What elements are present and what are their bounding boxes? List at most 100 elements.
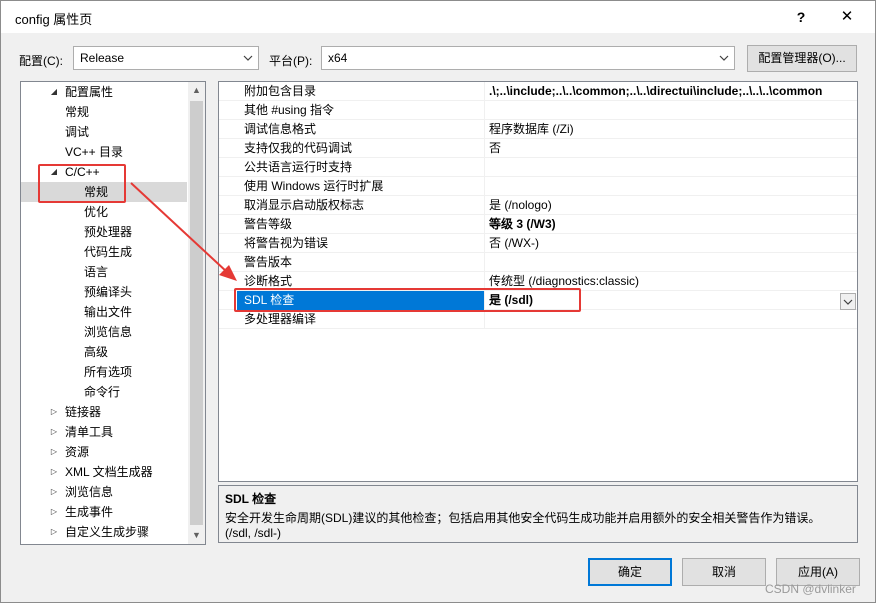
help-button[interactable]: ? xyxy=(781,3,821,31)
property-pages-dialog: config 属性页 ? ✕ 配置(C): Release 平台(P): x64… xyxy=(0,0,876,603)
tree-item-label: 高级 xyxy=(84,345,109,359)
scroll-down-icon[interactable]: ▼ xyxy=(188,527,205,544)
collapsed-arrow-icon[interactable]: ▷ xyxy=(49,482,59,502)
collapsed-arrow-icon[interactable]: ▷ xyxy=(49,522,59,542)
scroll-up-icon[interactable]: ▲ xyxy=(188,82,205,99)
property-value[interactable] xyxy=(487,158,857,177)
collapsed-arrow-icon[interactable]: ▷ xyxy=(49,502,59,522)
tree-item[interactable]: ▷ 浏览信息 xyxy=(21,482,187,502)
tree-item[interactable]: 命令行 xyxy=(21,382,187,402)
tree-item[interactable]: ◢ 配置属性 xyxy=(21,82,187,102)
tree-item[interactable]: ▷ 清单工具 xyxy=(21,422,187,442)
property-tree: ◢ 配置属性 常规 调试 VC++ 目录 ◢ C/C++ 常规 优化 预处理器 代码生成 语言 预编译头… xyxy=(20,81,206,545)
tree-item-label: 调试 xyxy=(65,125,90,139)
description-panel: SDL 检查 安全开发生命周期(SDL)建议的其他检查；包括启用其他安全代码生成… xyxy=(218,485,858,543)
tree-item[interactable]: 预编译头 xyxy=(21,282,187,302)
description-text: 安全开发生命周期(SDL)建议的其他检查；包括启用其他安全代码生成功能并启用额外… xyxy=(225,511,821,525)
property-name: 警告等级 xyxy=(237,215,485,234)
tree-item[interactable]: 输出文件 xyxy=(21,302,187,322)
expanded-arrow-icon[interactable]: ◢ xyxy=(49,82,59,102)
property-row[interactable]: 多处理器编译 xyxy=(219,310,857,329)
property-name: 公共语言运行时支持 xyxy=(237,158,485,177)
description-title: SDL 检查 xyxy=(225,492,277,506)
tree-item-label: 链接器 xyxy=(65,405,102,419)
tree-item-label: 输出文件 xyxy=(84,305,133,319)
property-name: 取消显示启动版权标志 xyxy=(237,196,485,215)
tree-item[interactable]: 所有选项 xyxy=(21,362,187,382)
tree-item-label: 常规 xyxy=(65,105,90,119)
platform-select[interactable]: x64 xyxy=(321,46,735,70)
ok-button[interactable]: 确定 xyxy=(588,558,672,586)
tree-scrollbar[interactable]: ▲ ▼ xyxy=(188,82,205,544)
collapsed-arrow-icon[interactable]: ▷ xyxy=(49,462,59,482)
property-value[interactable] xyxy=(487,310,857,329)
property-row[interactable]: 公共语言运行时支持 xyxy=(219,158,857,177)
tree-item-label: 预处理器 xyxy=(84,225,133,239)
tree-item[interactable]: ▷ XML 文档生成器 xyxy=(21,462,187,482)
window-title: config 属性页 xyxy=(15,12,93,27)
property-value[interactable] xyxy=(487,101,857,120)
collapsed-arrow-icon[interactable]: ▷ xyxy=(49,402,59,422)
tree-item-label: 清单工具 xyxy=(65,425,114,439)
property-row[interactable]: 警告等级 等级 3 (/W3) xyxy=(219,215,857,234)
tree-item[interactable]: 高级 xyxy=(21,342,187,362)
tree-item-label: XML 文档生成器 xyxy=(65,465,153,479)
tree-item-label: 生成事件 xyxy=(65,505,114,519)
property-value[interactable]: .\;..\include;..\..\common;..\..\directu… xyxy=(487,82,857,101)
tree-item[interactable]: ▷ 生成事件 xyxy=(21,502,187,522)
tree-item-label: 优化 xyxy=(84,205,109,219)
property-dropdown-button[interactable] xyxy=(840,293,856,310)
tree-item[interactable]: 常规 xyxy=(21,102,187,122)
tree-item-label: 自定义生成步骤 xyxy=(65,525,150,539)
watermark: CSDN @dvlinker xyxy=(765,582,856,596)
configuration-select[interactable]: Release xyxy=(73,46,259,70)
tree-item-label: 配置属性 xyxy=(65,85,114,99)
tree-item-label: 所有选项 xyxy=(84,365,133,379)
close-button[interactable]: ✕ xyxy=(827,3,867,31)
property-value[interactable]: 是 (/nologo) xyxy=(487,196,857,215)
property-row[interactable]: 其他 #using 指令 xyxy=(219,101,857,120)
tree-item[interactable]: 调试 xyxy=(21,122,187,142)
configuration-label: 配置(C): xyxy=(19,54,63,68)
tree-item[interactable]: 优化 xyxy=(21,202,187,222)
cancel-button[interactable]: 取消 xyxy=(682,558,766,586)
tree-item[interactable]: 代码生成 xyxy=(21,242,187,262)
property-row[interactable]: 支持仅我的代码调试否 xyxy=(219,139,857,158)
property-row[interactable]: 将警告视为错误否 (/WX-) xyxy=(219,234,857,253)
collapsed-arrow-icon[interactable]: ▷ xyxy=(49,422,59,442)
description-switches: (/sdl, /sdl-) xyxy=(225,526,282,540)
scrollbar-thumb[interactable] xyxy=(190,101,203,525)
annotation-highlight-property xyxy=(234,288,581,312)
property-row[interactable]: 调试信息格式 程序数据库 (/Zi) xyxy=(219,120,857,139)
collapsed-arrow-icon[interactable]: ▷ xyxy=(49,442,59,462)
tree-item-label: 浏览信息 xyxy=(65,485,114,499)
property-value[interactable]: 否 xyxy=(487,139,857,158)
property-name: 支持仅我的代码调试 xyxy=(237,139,485,158)
property-row[interactable]: 取消显示启动版权标志是 (/nologo) xyxy=(219,196,857,215)
tree-item[interactable]: ▷ 自定义生成步骤 xyxy=(21,522,187,542)
tree-item-label: 预编译头 xyxy=(84,285,133,299)
tree-item[interactable]: ▷ 链接器 xyxy=(21,402,187,422)
property-row[interactable]: 附加包含目录 .\;..\include;..\..\common;..\..\d… xyxy=(219,82,857,101)
property-value[interactable]: 等级 3 (/W3) xyxy=(487,215,857,234)
tree-item[interactable]: ▷ 资源 xyxy=(21,442,187,462)
property-row[interactable]: 使用 Windows 运行时扩展 xyxy=(219,177,857,196)
property-name: 使用 Windows 运行时扩展 xyxy=(237,177,485,196)
chevron-down-icon xyxy=(843,299,853,305)
tree-item[interactable]: 预处理器 xyxy=(21,222,187,242)
platform-value: x64 xyxy=(328,51,348,65)
chevron-down-icon xyxy=(243,55,253,61)
property-name: 警告版本 xyxy=(237,253,485,272)
property-value[interactable] xyxy=(487,253,857,272)
tree-item-label: 代码生成 xyxy=(84,245,133,259)
property-value[interactable]: 程序数据库 (/Zi) xyxy=(487,120,857,139)
tree-item[interactable]: 浏览信息 xyxy=(21,322,187,342)
tree-item[interactable]: VC++ 目录 xyxy=(21,142,187,162)
property-value[interactable]: 否 (/WX-) xyxy=(487,234,857,253)
property-name: 将警告视为错误 xyxy=(237,234,485,253)
configuration-manager-button[interactable]: 配置管理器(O)... xyxy=(747,45,857,72)
property-grid: 附加包含目录 .\;..\include;..\..\common;..\..\d… xyxy=(218,81,858,482)
property-row[interactable]: 警告版本 xyxy=(219,253,857,272)
tree-item[interactable]: 语言 xyxy=(21,262,187,282)
property-value[interactable] xyxy=(487,177,857,196)
